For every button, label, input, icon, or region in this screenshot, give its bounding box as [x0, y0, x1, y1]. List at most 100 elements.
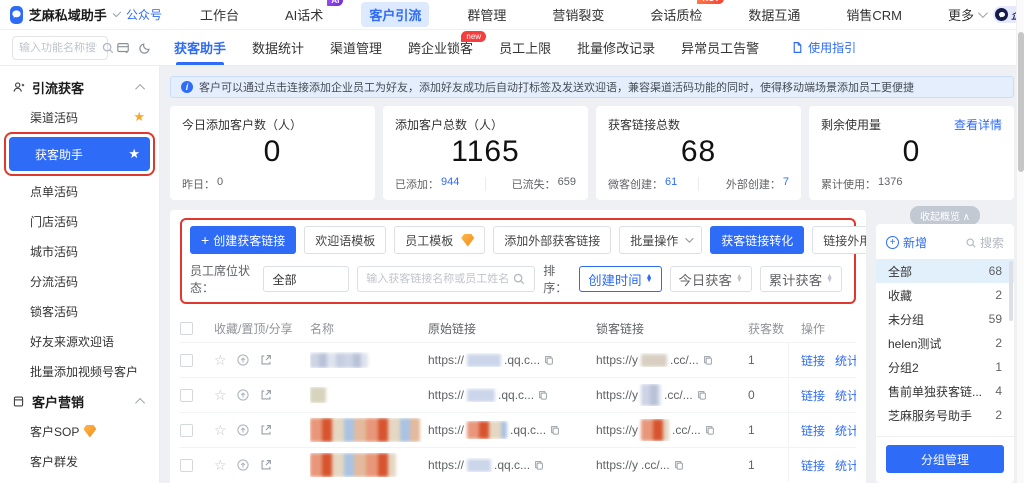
link-external-button[interactable]: 链接外用	[812, 226, 866, 254]
star-icon[interactable]: ☆	[214, 457, 227, 474]
tab-batch-modify-records[interactable]: 批量修改记录	[577, 30, 655, 65]
brand-chevron-down-icon[interactable]	[112, 9, 121, 18]
row-checkbox[interactable]	[180, 354, 193, 367]
pin-top-icon[interactable]	[236, 353, 250, 367]
copy-icon[interactable]	[543, 354, 555, 366]
nav-item-customer-acquisition[interactable]: 客户引流	[361, 2, 429, 27]
page-scrollbar[interactable]	[1016, 0, 1024, 483]
add-group-button[interactable]: +新增	[886, 234, 927, 251]
group-search-button[interactable]: 搜索	[965, 234, 1004, 251]
link-action[interactable]: 链接	[801, 457, 825, 474]
row-checkbox[interactable]	[180, 459, 193, 472]
sidebar-item-customer-mass-send[interactable]: 客户群发	[0, 446, 159, 476]
sidebar-item-batch-add-video-customers[interactable]: 批量添加视频号客户	[0, 356, 159, 386]
pin-top-icon[interactable]	[236, 388, 250, 402]
tab-cross-enterprise-lock[interactable]: 跨企业锁客new	[408, 30, 473, 65]
group-list-scrollbar[interactable]	[1009, 261, 1013, 321]
star-icon[interactable]: ☆	[214, 422, 227, 439]
stats-action[interactable]: 统计	[835, 387, 856, 404]
brand-sub-link[interactable]: 公众号	[126, 6, 162, 23]
star-icon[interactable]: ☆	[214, 387, 227, 404]
copy-icon[interactable]	[696, 389, 708, 401]
group-item-favorites[interactable]: 收藏2	[876, 283, 1014, 307]
group-item-ungrouped[interactable]: 未分组59	[876, 307, 1014, 331]
row-checkbox[interactable]	[180, 424, 193, 437]
group-manage-button[interactable]: 分组管理	[886, 445, 1004, 473]
group-item-presale-links[interactable]: 售前单独获客链...4	[876, 379, 1014, 403]
share-icon[interactable]	[259, 458, 273, 472]
welcome-template-button[interactable]: 欢迎语模板	[304, 226, 386, 254]
share-icon[interactable]	[259, 353, 273, 367]
group-item-all[interactable]: 全部68	[876, 259, 1014, 283]
sidebar-section-marketing[interactable]: 客户营销	[0, 386, 159, 416]
view-details-link[interactable]: 查看详情	[954, 116, 1002, 133]
copy-icon[interactable]	[537, 389, 549, 401]
function-search-input[interactable]	[19, 42, 97, 54]
link-conversion-button[interactable]: 获客链接转化	[710, 226, 804, 254]
sidebar-item-divert-code[interactable]: 分流活码	[0, 266, 159, 296]
sidebar-item-lock-code[interactable]: 锁客活码	[0, 296, 159, 326]
copy-icon[interactable]	[673, 459, 685, 471]
tab-data-statistics[interactable]: 数据统计	[252, 30, 304, 65]
batch-operation-button[interactable]: 批量操作	[619, 226, 702, 254]
nav-item-group-management[interactable]: 群管理	[459, 2, 514, 27]
link-action[interactable]: 链接	[801, 352, 825, 369]
create-link-button[interactable]: +创建获客链接	[190, 226, 296, 254]
function-search-box[interactable]	[12, 36, 108, 60]
moon-icon[interactable]	[138, 41, 152, 55]
row-checkbox[interactable]	[180, 389, 193, 402]
tab-abnormal-staff-alert[interactable]: 异常员工告警	[681, 30, 759, 65]
nav-item-more[interactable]: 更多	[940, 2, 993, 27]
favorite-star-icon[interactable]: ★	[133, 109, 145, 125]
stats-action[interactable]: 统计	[835, 457, 856, 474]
star-icon[interactable]: ☆	[214, 352, 227, 369]
copy-icon[interactable]	[549, 424, 561, 436]
nav-item-marketing-fission[interactable]: 营销裂变	[544, 2, 612, 27]
staff-template-button[interactable]: 员工模板	[394, 226, 485, 254]
sidebar-item-customer-sop[interactable]: 客户SOP	[0, 416, 159, 446]
pin-top-icon[interactable]	[236, 458, 250, 472]
copy-icon[interactable]	[533, 459, 545, 471]
nav-item-ai-script[interactable]: AI话术AI	[277, 2, 331, 27]
tab-staff-limit[interactable]: 员工上限	[499, 30, 551, 65]
sidebar-item-store-code[interactable]: 门店活码	[0, 206, 159, 236]
sort-total-button[interactable]: 累计获客▲▼	[760, 266, 842, 292]
nav-item-data-interchange[interactable]: 数据互通	[740, 2, 808, 27]
seat-status-select[interactable]: 全部	[263, 266, 349, 292]
scrollbar-thumb[interactable]	[1018, 32, 1024, 172]
sort-create-time-button[interactable]: 创建时间▲▼	[579, 266, 661, 292]
sort-today-button[interactable]: 今日获客▲▼	[670, 266, 752, 292]
sidebar-item-friend-source-welcome[interactable]: 好友来源欢迎语	[0, 326, 159, 356]
add-external-link-button[interactable]: 添加外部获客链接	[493, 226, 611, 254]
brand-area[interactable]: 芝麻私域助手 公众号	[10, 5, 162, 24]
tab-acquisition-assistant[interactable]: 获客助手	[174, 30, 226, 65]
collapse-overview-pill[interactable]: 收起概览 ∧	[910, 206, 980, 225]
share-icon[interactable]	[259, 388, 273, 402]
group-item-service-assistant[interactable]: 芝麻服务号助手2	[876, 403, 1014, 427]
nav-item-sales-crm[interactable]: 销售CRM	[838, 2, 910, 27]
usage-guide-link[interactable]: 使用指引	[791, 39, 856, 56]
nav-item-conversation-qc[interactable]: 会话质检HOT	[642, 2, 710, 27]
group-item-helen-test[interactable]: helen测试2	[876, 331, 1014, 355]
sidebar-item-order-code[interactable]: 点单活码	[0, 176, 159, 206]
link-search-box[interactable]	[357, 266, 535, 292]
link-action[interactable]: 链接	[801, 422, 825, 439]
stats-action[interactable]: 统计	[835, 352, 856, 369]
share-icon[interactable]	[259, 423, 273, 437]
copy-icon[interactable]	[704, 424, 716, 436]
sidebar-item-pursue-mass-send[interactable]: 逐客群发	[0, 476, 159, 483]
sidebar-section-acquisition[interactable]: 引流获客	[0, 72, 159, 102]
favorite-star-icon[interactable]: ★	[128, 146, 140, 162]
group-item-group2[interactable]: 分组21	[876, 355, 1014, 379]
link-action[interactable]: 链接	[801, 387, 825, 404]
stats-action[interactable]: 统计	[835, 422, 856, 439]
select-all-checkbox[interactable]	[180, 322, 193, 335]
sidebar-item-acquisition-assistant[interactable]: 获客助手 ★	[0, 132, 159, 176]
nav-item-workbench[interactable]: 工作台	[192, 2, 247, 27]
pin-top-icon[interactable]	[236, 423, 250, 437]
copy-icon[interactable]	[702, 354, 714, 366]
sidebar-item-channel-code[interactable]: 渠道活码 ★	[0, 102, 159, 132]
sidebar-item-city-code[interactable]: 城市活码	[0, 236, 159, 266]
link-search-input[interactable]	[366, 273, 508, 285]
panel-icon[interactable]	[116, 41, 130, 55]
